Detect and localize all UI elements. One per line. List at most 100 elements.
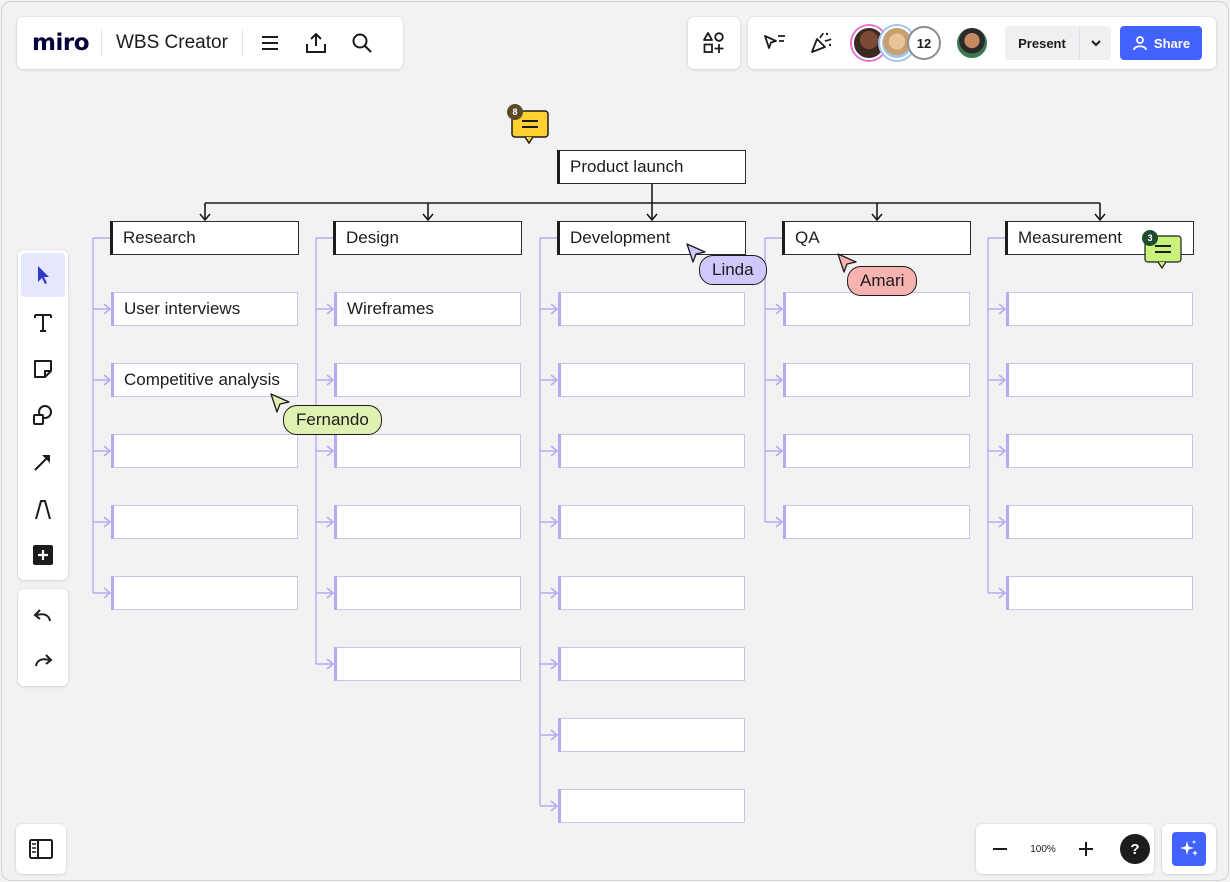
creation-toolbar	[18, 250, 68, 580]
wbs-task-card[interactable]	[558, 434, 745, 468]
sidebar-toggle-button[interactable]	[16, 824, 66, 874]
search-button[interactable]	[339, 20, 385, 66]
wbs-task-card[interactable]	[783, 292, 970, 326]
wbs-task-card[interactable]	[558, 505, 745, 539]
share-label: Share	[1153, 35, 1191, 51]
pen-tool[interactable]	[21, 487, 65, 531]
divider	[101, 30, 102, 56]
wbs-task-card[interactable]	[334, 434, 521, 468]
comment-bubble-yellow[interactable]: 8	[507, 103, 551, 150]
zoom-controls: 100% ?	[976, 824, 1154, 874]
arrow-icon	[34, 455, 50, 471]
wbs-task-card[interactable]	[334, 647, 521, 681]
sticky-note-tool[interactable]	[21, 347, 65, 391]
wbs-column-header[interactable]: Development	[557, 221, 746, 255]
avatar[interactable]	[955, 26, 989, 60]
wbs-task-card[interactable]	[1006, 576, 1193, 610]
wbs-task-card[interactable]	[558, 647, 745, 681]
undo-icon	[33, 609, 51, 622]
upload-icon	[305, 33, 326, 53]
pen-icon	[35, 500, 51, 520]
wbs-column-header[interactable]: Research	[110, 221, 299, 255]
wbs-task-card[interactable]	[1006, 505, 1193, 539]
text-tool[interactable]	[21, 300, 65, 344]
divider	[241, 30, 243, 56]
plus-icon	[1079, 842, 1093, 856]
comment-count: 8	[512, 107, 518, 117]
wbs-column-title: Design	[346, 228, 399, 247]
wbs-column-header[interactable]: Design	[333, 221, 522, 255]
wbs-task-card[interactable]	[558, 292, 745, 326]
wbs-task-card[interactable]	[334, 505, 521, 539]
history-toolbar	[18, 589, 68, 686]
comment-count: 3	[1147, 233, 1153, 243]
shapes-tool[interactable]	[21, 393, 65, 437]
collaborator-count: 12	[916, 35, 932, 51]
chevron-down-icon	[1090, 40, 1101, 47]
cursor-toggle-button[interactable]	[752, 20, 798, 66]
wbs-task-card[interactable]	[783, 505, 970, 539]
wbs-task-card[interactable]	[558, 363, 745, 397]
top-left-toolbar: miro WBS Creator	[17, 17, 403, 69]
apps-button[interactable]	[691, 20, 737, 66]
comment-bubble-green[interactable]: 3	[1140, 228, 1184, 275]
add-more-tool[interactable]	[21, 533, 65, 577]
wbs-root-label: Product launch	[570, 157, 684, 176]
collaborator-count-badge[interactable]: 12	[907, 26, 941, 60]
person-icon	[1133, 36, 1147, 51]
present-options-button[interactable]	[1079, 26, 1111, 60]
export-button[interactable]	[293, 20, 339, 66]
wbs-task-card[interactable]: Wireframes	[334, 292, 521, 326]
board-title[interactable]: WBS Creator	[116, 32, 228, 54]
wbs-root-node[interactable]: Product launch	[557, 150, 746, 184]
top-right-toolbar: 12 Present Share	[748, 17, 1216, 69]
wbs-task-card[interactable]	[334, 363, 521, 397]
wbs-task-card[interactable]	[111, 576, 298, 610]
miro-logo[interactable]: miro	[32, 30, 90, 56]
sidebar-icon	[29, 839, 53, 859]
redo-button[interactable]	[21, 639, 65, 683]
celebrate-button[interactable]	[798, 20, 844, 66]
wbs-task-card[interactable]	[558, 718, 745, 752]
present-button[interactable]: Present	[1005, 26, 1111, 60]
zoom-in-button[interactable]	[1062, 826, 1110, 872]
wbs-task-card[interactable]	[1006, 434, 1193, 468]
shapes-icon	[33, 405, 52, 425]
wbs-task-card[interactable]: User interviews	[111, 292, 298, 326]
wbs-task-card[interactable]	[783, 434, 970, 468]
undo-button[interactable]	[21, 594, 65, 638]
wbs-task-card[interactable]	[1006, 292, 1193, 326]
wbs-task-card[interactable]	[334, 576, 521, 610]
wbs-task-card[interactable]	[558, 789, 745, 823]
cursor-label-linda: Linda	[699, 255, 767, 285]
wbs-task-label: Competitive analysis	[124, 370, 280, 389]
wbs-task-label: Wireframes	[347, 299, 434, 318]
wbs-column-title: QA	[795, 228, 820, 247]
wbs-task-card[interactable]	[1006, 363, 1193, 397]
wbs-task-card[interactable]	[558, 576, 745, 610]
cursor-label-amari: Amari	[847, 266, 918, 296]
arrow-tool[interactable]	[21, 440, 65, 484]
share-button[interactable]: Share	[1120, 26, 1202, 60]
wbs-task-card[interactable]	[111, 434, 298, 468]
wbs-column-header[interactable]: QA	[782, 221, 971, 255]
sticky-note-icon	[34, 360, 52, 378]
board-canvas[interactable]: Product launch Research User interviews Co…	[2, 2, 1228, 880]
help-button[interactable]: ?	[1120, 834, 1150, 864]
cursor-label-fernando: Fernando	[283, 405, 382, 435]
text-icon	[34, 314, 52, 332]
zoom-level[interactable]: 100%	[1024, 844, 1062, 855]
cursor-lines-icon	[764, 35, 785, 49]
redo-icon	[35, 654, 53, 667]
select-tool[interactable]	[21, 253, 65, 297]
wbs-task-card[interactable]	[111, 505, 298, 539]
main-menu-button[interactable]	[247, 20, 293, 66]
wbs-task-card[interactable]	[783, 363, 970, 397]
minus-icon	[993, 848, 1007, 850]
wbs-task-label: User interviews	[124, 299, 241, 318]
board-frame: Product launch Research User interviews Co…	[1, 1, 1229, 881]
zoom-out-button[interactable]	[976, 826, 1024, 872]
comment-count-badge: 8	[507, 104, 523, 120]
present-label: Present	[1018, 35, 1066, 51]
ai-assist-button[interactable]	[1172, 832, 1206, 866]
